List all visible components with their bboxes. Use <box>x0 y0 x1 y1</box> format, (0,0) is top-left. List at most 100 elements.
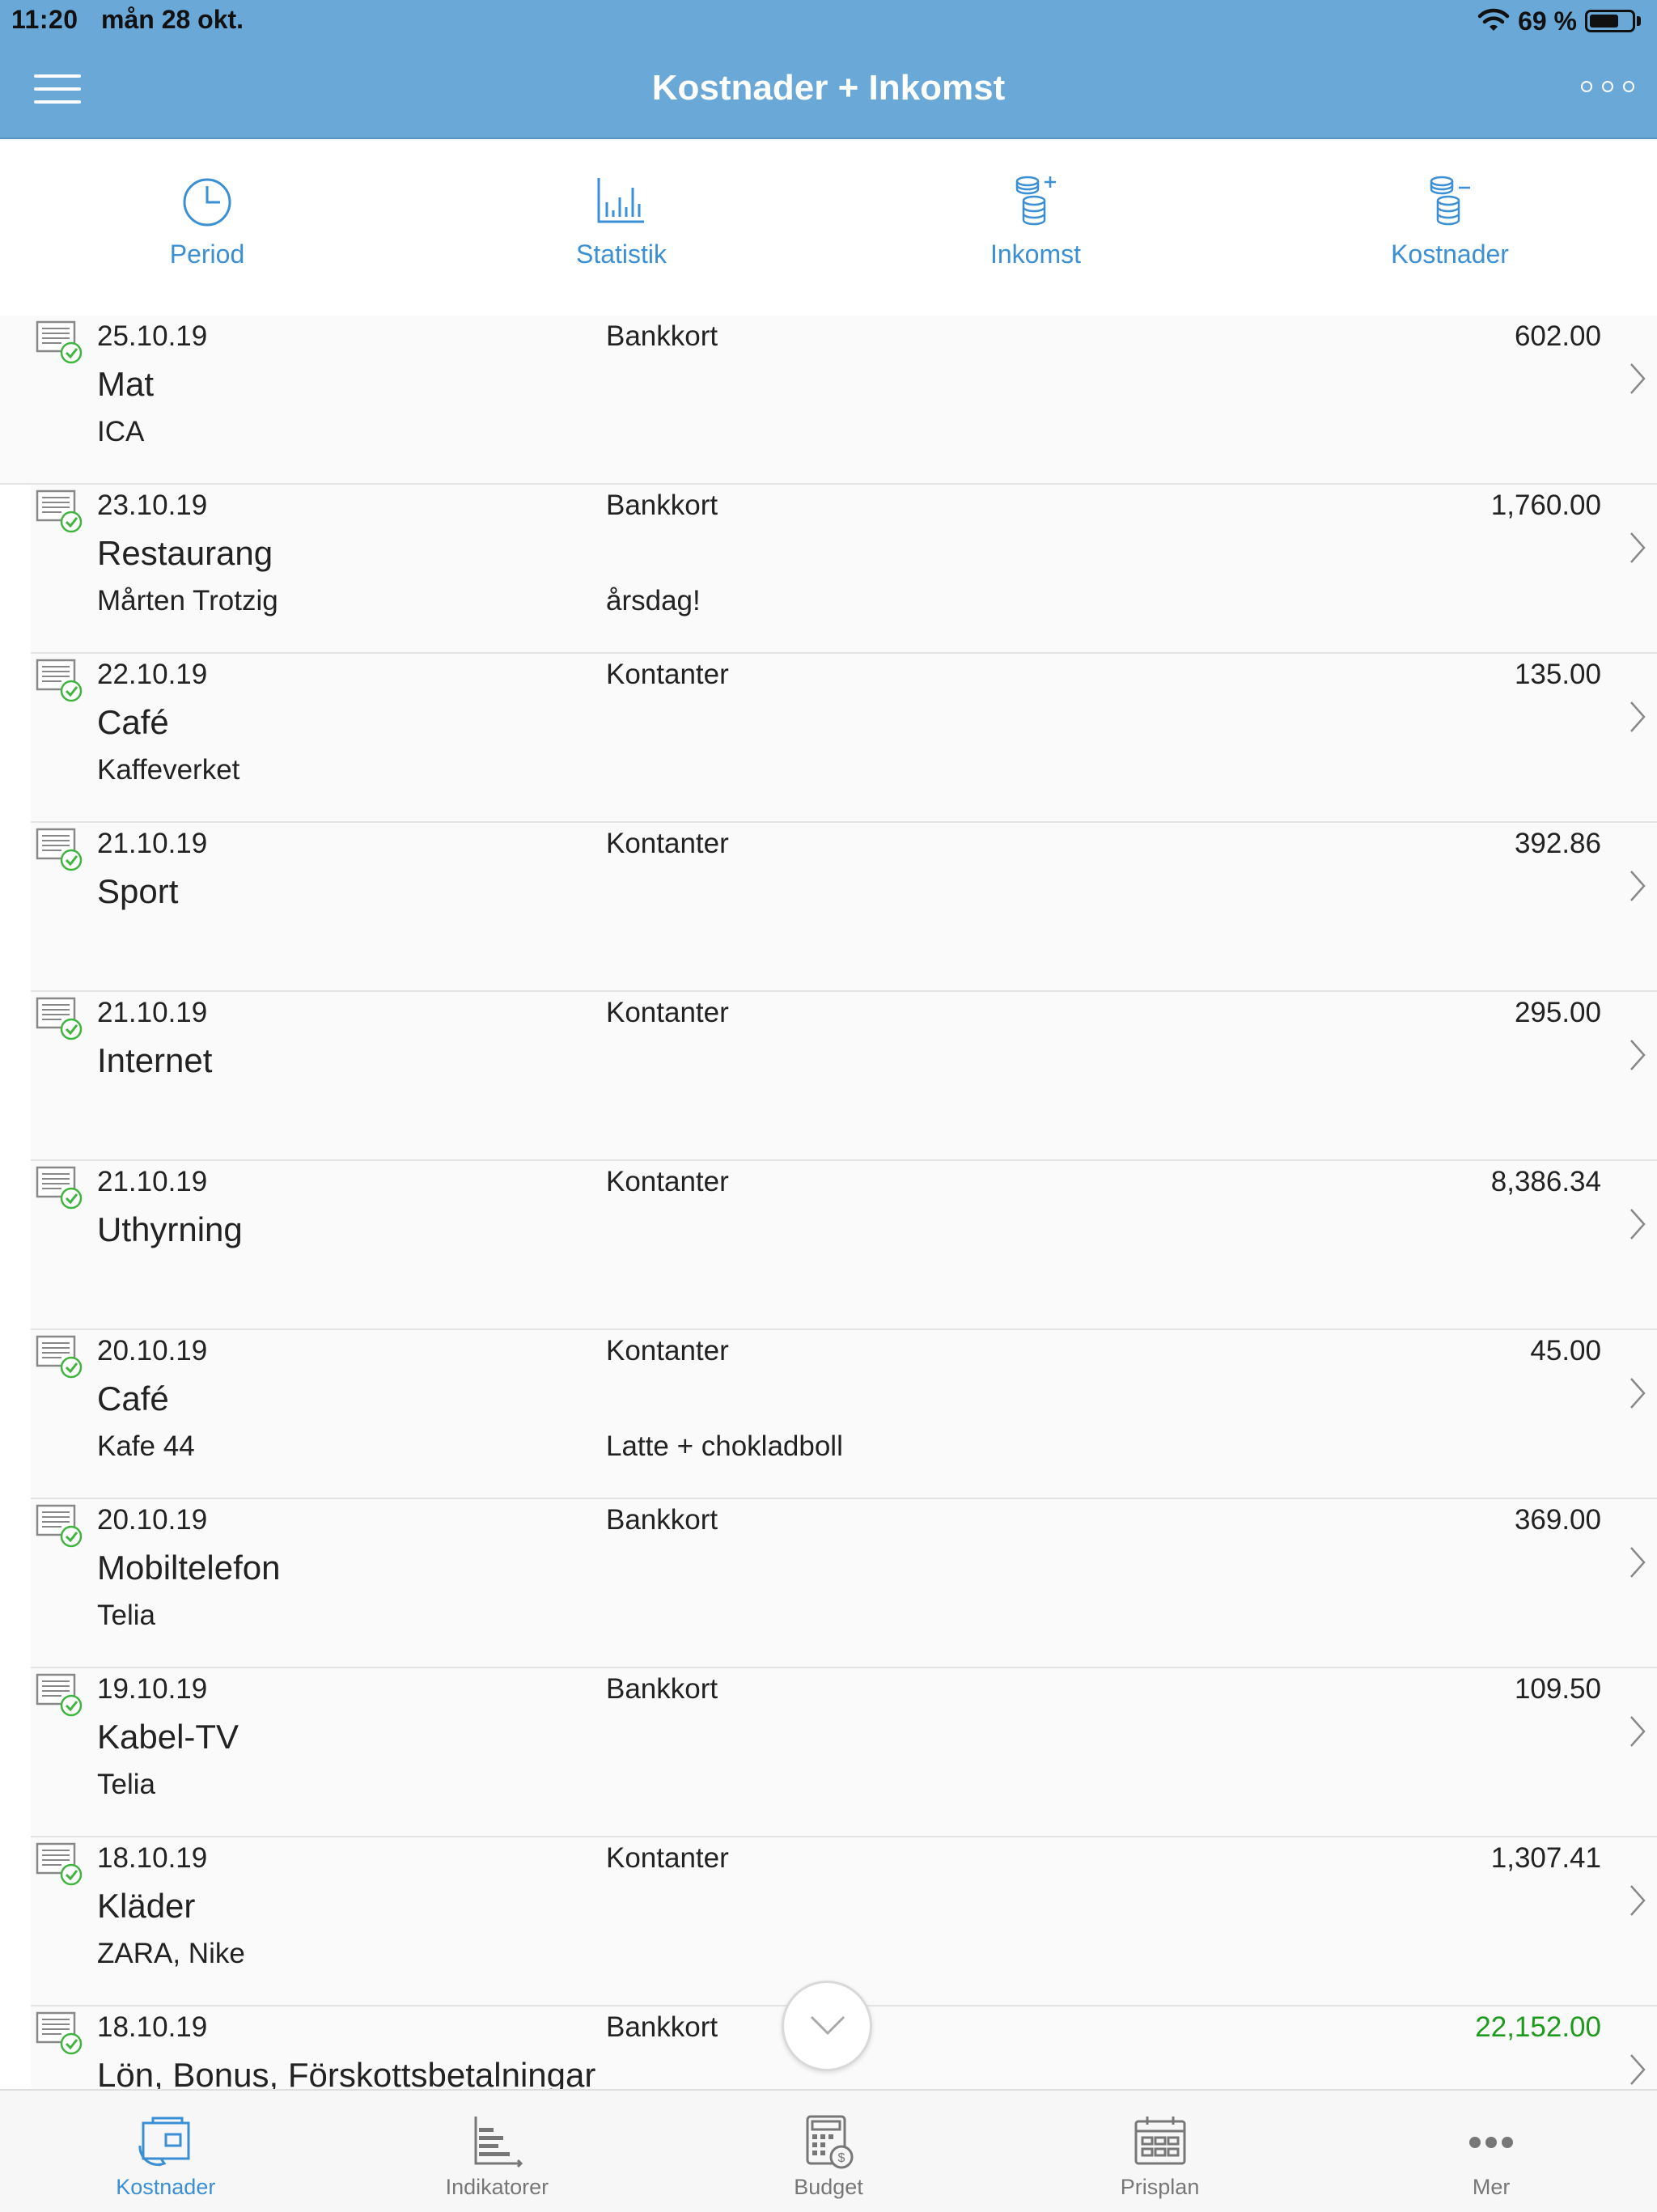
transaction-row[interactable]: 20.10.19 Mobiltelefon Telia Bankkort 369… <box>31 1499 1657 1668</box>
budget-calculator-icon: $ <box>806 2115 854 2169</box>
transaction-subcategory: ICA <box>97 416 145 447</box>
payment-method: Kontanter <box>606 1842 729 1874</box>
battery-tip <box>1637 16 1641 26</box>
receipt-check-icon <box>36 1335 83 1379</box>
more-options-icon[interactable] <box>1581 81 1634 92</box>
chevron-right-icon <box>1630 1547 1646 1578</box>
transaction-date: 18.10.19 <box>97 1842 208 1874</box>
tab-label: Budget <box>794 2175 863 2199</box>
receipt-check-icon <box>36 320 83 364</box>
tab-kostnader[interactable]: Kostnader <box>0 2091 332 2212</box>
receipt-check-icon <box>36 828 83 871</box>
status-time: 11:20 <box>11 5 78 34</box>
transaction-note: Latte + chokladboll <box>606 1430 843 1462</box>
transaction-amount: 45.00 <box>1530 1335 1601 1367</box>
nav-header: 11:20 mån 28 okt. 69 % Kostnader + Inkom… <box>0 0 1657 139</box>
tab-budget[interactable]: $ Budget <box>663 2091 994 2212</box>
tab-prisplan[interactable]: Prisplan <box>994 2091 1326 2212</box>
toolbar-inkomst-button[interactable]: Inkomst <box>828 139 1243 316</box>
chevron-right-icon <box>1630 2054 1646 2085</box>
transaction-category: Restaurang <box>97 534 273 572</box>
transaction-category: Mobiltelefon <box>97 1549 281 1587</box>
transaction-row[interactable]: 21.10.19 Sport Kontanter 392.86 <box>31 823 1657 992</box>
receipt-check-icon <box>36 489 83 533</box>
chevron-right-icon <box>1630 1040 1646 1070</box>
transaction-category: Kläder <box>97 1887 196 1925</box>
calendar-icon <box>1134 2117 1186 2165</box>
payment-method: Bankkort <box>606 1504 718 1536</box>
payment-method: Kontanter <box>606 997 729 1028</box>
wallet-transfer-icon <box>138 2117 190 2167</box>
toolbar-statistik-button[interactable]: Statistik <box>414 139 828 316</box>
transaction-category: Internet <box>97 1041 213 1079</box>
payment-method: Bankkort <box>606 1673 718 1705</box>
more-dots-icon <box>1469 2137 1514 2148</box>
scroll-down-button[interactable] <box>782 1981 872 2071</box>
payment-method: Kontanter <box>606 828 729 859</box>
chevron-right-icon <box>1630 701 1646 732</box>
tab-mer[interactable]: Mer <box>1325 2091 1657 2212</box>
transaction-row[interactable]: 23.10.19 Restaurang Mårten Trotzig Bankk… <box>31 485 1657 654</box>
tab-label: Prisplan <box>1120 2175 1200 2199</box>
transaction-amount: 1,307.41 <box>1490 1842 1601 1874</box>
transaction-subcategory: Mårten Trotzig <box>97 585 278 617</box>
receipt-check-icon <box>36 659 83 702</box>
transaction-category: Mat <box>97 365 155 403</box>
transaction-row[interactable]: 19.10.19 Kabel-TV Telia Bankkort 109.50 <box>31 1668 1657 1837</box>
toolbar-label: Inkomst <box>990 239 1082 269</box>
transaction-row[interactable]: 20.10.19 Café Kafe 44 Kontanter Latte + … <box>31 1330 1657 1499</box>
transaction-date: 21.10.19 <box>97 828 208 859</box>
transaction-amount: 109.50 <box>1514 1673 1601 1705</box>
transaction-row[interactable]: 22.10.19 Café Kaffeverket Kontanter 135.… <box>31 654 1657 823</box>
payment-method: Bankkort <box>606 2011 718 2043</box>
receipt-check-icon <box>36 1504 83 1548</box>
transaction-category: Café <box>97 1379 169 1417</box>
transaction-subcategory: Kaffeverket <box>97 754 240 786</box>
payment-method: Kontanter <box>606 1335 729 1367</box>
coins-plus-icon <box>1015 176 1056 226</box>
transaction-row[interactable]: 21.10.19 Uthyrning Kontanter 8,386.34 <box>31 1161 1657 1330</box>
tab-label: Kostnader <box>116 2175 216 2199</box>
transaction-row[interactable]: 21.10.19 Internet Kontanter 295.00 <box>31 992 1657 1161</box>
battery-icon <box>1585 10 1635 32</box>
receipt-check-icon <box>36 1673 83 1717</box>
payment-method: Kontanter <box>606 1166 729 1197</box>
transaction-note: årsdag! <box>606 585 701 617</box>
clock-icon <box>183 178 231 227</box>
tab-indikatorer[interactable]: Indikatorer <box>332 2091 663 2212</box>
coins-minus-icon <box>1430 176 1470 226</box>
chevron-right-icon <box>1630 532 1646 563</box>
chevron-right-icon <box>1630 1378 1646 1409</box>
transaction-row[interactable]: 25.10.19 Mat ICA Bankkort 602.00 <box>0 316 1657 485</box>
bottom-tab-bar: Kostnader Indikatorer $ Budget Prisplan … <box>0 2089 1657 2212</box>
transaction-subcategory: Telia <box>97 1600 155 1631</box>
toolbar-kostnader-button[interactable]: Kostnader <box>1243 139 1657 316</box>
chevron-right-icon <box>1630 363 1646 394</box>
battery-percent: 69 % <box>1518 6 1577 36</box>
wifi-icon <box>1477 8 1510 31</box>
toolbar-label: Kostnader <box>1391 239 1509 269</box>
toolbar-period-button[interactable]: Period <box>0 139 414 316</box>
transaction-date: 18.10.19 <box>97 2011 208 2043</box>
transaction-subcategory: Telia <box>97 1769 155 1800</box>
transaction-amount: 22,152.00 <box>1475 2011 1601 2043</box>
transaction-subcategory: ZARA, Nike <box>97 1938 245 1969</box>
toolbar-label: Period <box>169 239 245 269</box>
transaction-date: 22.10.19 <box>97 659 208 690</box>
receipt-check-icon <box>36 1166 83 1210</box>
indicators-chart-icon <box>474 2117 523 2168</box>
transaction-amount: 1,760.00 <box>1490 489 1601 521</box>
chevron-down-icon <box>810 2015 845 2036</box>
bar-chart-icon <box>597 178 644 223</box>
transaction-amount: 392.86 <box>1514 828 1601 859</box>
transaction-date: 25.10.19 <box>97 320 208 352</box>
receipt-check-icon <box>36 2011 83 2055</box>
transaction-category: Sport <box>97 872 179 910</box>
toolbar-label: Statistik <box>575 239 667 269</box>
receipt-check-icon <box>36 997 83 1040</box>
transaction-row[interactable]: 18.10.19 Kläder ZARA, Nike Kontanter 1,3… <box>31 1837 1657 2006</box>
transaction-amount: 602.00 <box>1514 320 1601 352</box>
transaction-date: 20.10.19 <box>97 1335 208 1367</box>
chevron-right-icon <box>1630 1716 1646 1747</box>
transaction-date: 23.10.19 <box>97 489 208 521</box>
